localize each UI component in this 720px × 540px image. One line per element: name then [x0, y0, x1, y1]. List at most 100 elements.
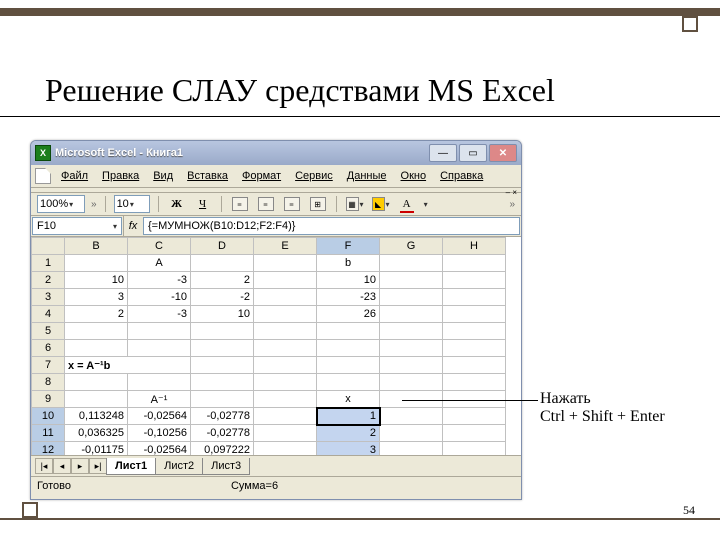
formula-bar: F10▾ fx {=МУМНОЖ(B10:D12;F2:F4)} [31, 216, 521, 237]
minimize-button[interactable]: — [429, 144, 457, 162]
cell[interactable]: A⁻¹ [128, 391, 191, 408]
cell[interactable]: b [317, 255, 380, 272]
row-header[interactable]: 3 [32, 289, 65, 306]
col-header[interactable]: E [254, 238, 317, 255]
name-box[interactable]: F10▾ [32, 217, 122, 235]
row-header[interactable]: 12 [32, 442, 65, 457]
align-center-button[interactable]: ≡ [256, 195, 276, 213]
fill-color-button[interactable]: ◣▾ [371, 195, 391, 213]
fx-button[interactable]: fx [123, 216, 142, 236]
cell[interactable]: 10 [317, 272, 380, 289]
sheet-nav-first[interactable]: |◂ [35, 458, 53, 474]
sheet-nav-prev[interactable]: ◂ [53, 458, 71, 474]
row-header[interactable]: 6 [32, 340, 65, 357]
cell[interactable]: -2 [191, 289, 254, 306]
borders-button[interactable]: ▦▾ [345, 195, 365, 213]
row-header[interactable]: 10 [32, 408, 65, 425]
font-size-combobox[interactable]: 10▾ [114, 195, 150, 213]
menu-tools[interactable]: Сервис [291, 170, 337, 182]
cell[interactable]: -3 [128, 272, 191, 289]
cell[interactable]: x [317, 391, 380, 408]
row-header[interactable]: 9 [32, 391, 65, 408]
cell[interactable]: 3 [317, 442, 380, 457]
cell[interactable]: -0,01175 [65, 442, 128, 457]
excel-window: X Microsoft Excel - Книга1 — ▭ ✕ Файл Пр… [30, 140, 522, 500]
status-bar: Готово Сумма=6 [31, 477, 521, 495]
row-header[interactable]: 5 [32, 323, 65, 340]
cell[interactable]: -0,02564 [128, 442, 191, 457]
cell[interactable]: -0,10256 [128, 425, 191, 442]
cell[interactable]: 26 [317, 306, 380, 323]
col-header[interactable]: D [191, 238, 254, 255]
merge-center-button[interactable]: ⊞ [308, 195, 328, 213]
underline-button[interactable]: Ч [193, 195, 213, 213]
sheet-tabs: |◂ ◂ ▸ ▸| Лист1 Лист2 Лист3 [31, 456, 521, 477]
row-header[interactable]: 11 [32, 425, 65, 442]
cell[interactable]: 0,097222 [191, 442, 254, 457]
document-icon[interactable] [35, 168, 51, 184]
spreadsheet-grid[interactable]: B C D E F G H 1Ab 210-3210 33-10-2-23 42… [31, 237, 521, 456]
toolbar-expand-icon[interactable]: » [91, 199, 97, 210]
menu-help[interactable]: Справка [436, 170, 487, 182]
cell[interactable]: 0,113248 [65, 408, 128, 425]
menu-bar: Файл Правка Вид Вставка Формат Сервис Да… [31, 165, 521, 188]
zoom-combobox[interactable]: 100%▾ [37, 195, 85, 213]
status-sum: Сумма=6 [231, 480, 278, 492]
cell[interactable]: 2 [191, 272, 254, 289]
row-header[interactable]: 1 [32, 255, 65, 272]
cell[interactable]: 10 [65, 272, 128, 289]
select-all-corner[interactable] [32, 238, 65, 255]
slide-title: Решение СЛАУ средствами MS Excel [45, 72, 555, 109]
cell[interactable]: 10 [191, 306, 254, 323]
formula-input[interactable]: {=МУМНОЖ(B10:D12;F2:F4)} [143, 217, 520, 235]
maximize-button[interactable]: ▭ [459, 144, 487, 162]
menu-data[interactable]: Данные [343, 170, 391, 182]
cell[interactable]: -0,02564 [128, 408, 191, 425]
menu-edit[interactable]: Правка [98, 170, 143, 182]
cell-active[interactable]: 1 [317, 408, 380, 425]
row-header[interactable]: 8 [32, 374, 65, 391]
align-right-button[interactable]: ≡ [282, 195, 302, 213]
sheet-nav-next[interactable]: ▸ [71, 458, 89, 474]
sheet-tab[interactable]: Лист3 [202, 458, 250, 475]
menu-window[interactable]: Окно [397, 170, 431, 182]
cell[interactable]: 2 [65, 306, 128, 323]
annotation-text: Нажать Ctrl + Shift + Enter [540, 390, 665, 427]
sheet-nav-last[interactable]: ▸| [89, 458, 107, 474]
cell[interactable]: -10 [128, 289, 191, 306]
cell[interactable]: -3 [128, 306, 191, 323]
align-left-button[interactable]: ≡ [230, 195, 250, 213]
window-titlebar[interactable]: X Microsoft Excel - Книга1 — ▭ ✕ [31, 141, 521, 165]
col-header[interactable]: G [380, 238, 443, 255]
row-header[interactable]: 2 [32, 272, 65, 289]
col-header[interactable]: H [443, 238, 506, 255]
close-button[interactable]: ✕ [489, 144, 517, 162]
sheet-tab[interactable]: Лист1 [106, 458, 156, 475]
cell[interactable]: 0,036325 [65, 425, 128, 442]
col-header[interactable]: F [317, 238, 380, 255]
cell[interactable]: -0,02778 [191, 408, 254, 425]
cell[interactable]: 3 [65, 289, 128, 306]
toolbar: 100%▾ » 10▾ Ж Ч ≡ ≡ ≡ ⊞ ▦▾ ◣▾ A▾ » [31, 193, 521, 216]
page-number: 54 [683, 503, 695, 518]
toolbar-expand-icon[interactable]: » [509, 199, 515, 210]
col-header[interactable]: B [65, 238, 128, 255]
menu-insert[interactable]: Вставка [183, 170, 232, 182]
cell[interactable]: A [128, 255, 191, 272]
menu-view[interactable]: Вид [149, 170, 177, 182]
row-header[interactable]: 4 [32, 306, 65, 323]
col-header[interactable]: C [128, 238, 191, 255]
row-header[interactable]: 7 [32, 357, 65, 374]
font-color-button[interactable]: A [397, 195, 417, 213]
cell[interactable]: -23 [317, 289, 380, 306]
excel-app-icon: X [35, 145, 51, 161]
sheet-tab[interactable]: Лист2 [155, 458, 203, 475]
menu-file[interactable]: Файл [57, 170, 92, 182]
status-ready: Готово [37, 480, 71, 492]
window-title: Microsoft Excel - Книга1 [55, 147, 425, 159]
bold-button[interactable]: Ж [167, 195, 187, 213]
cell[interactable]: x = A⁻¹b [65, 357, 191, 374]
cell[interactable]: 2 [317, 425, 380, 442]
cell[interactable]: -0,02778 [191, 425, 254, 442]
menu-format[interactable]: Формат [238, 170, 285, 182]
